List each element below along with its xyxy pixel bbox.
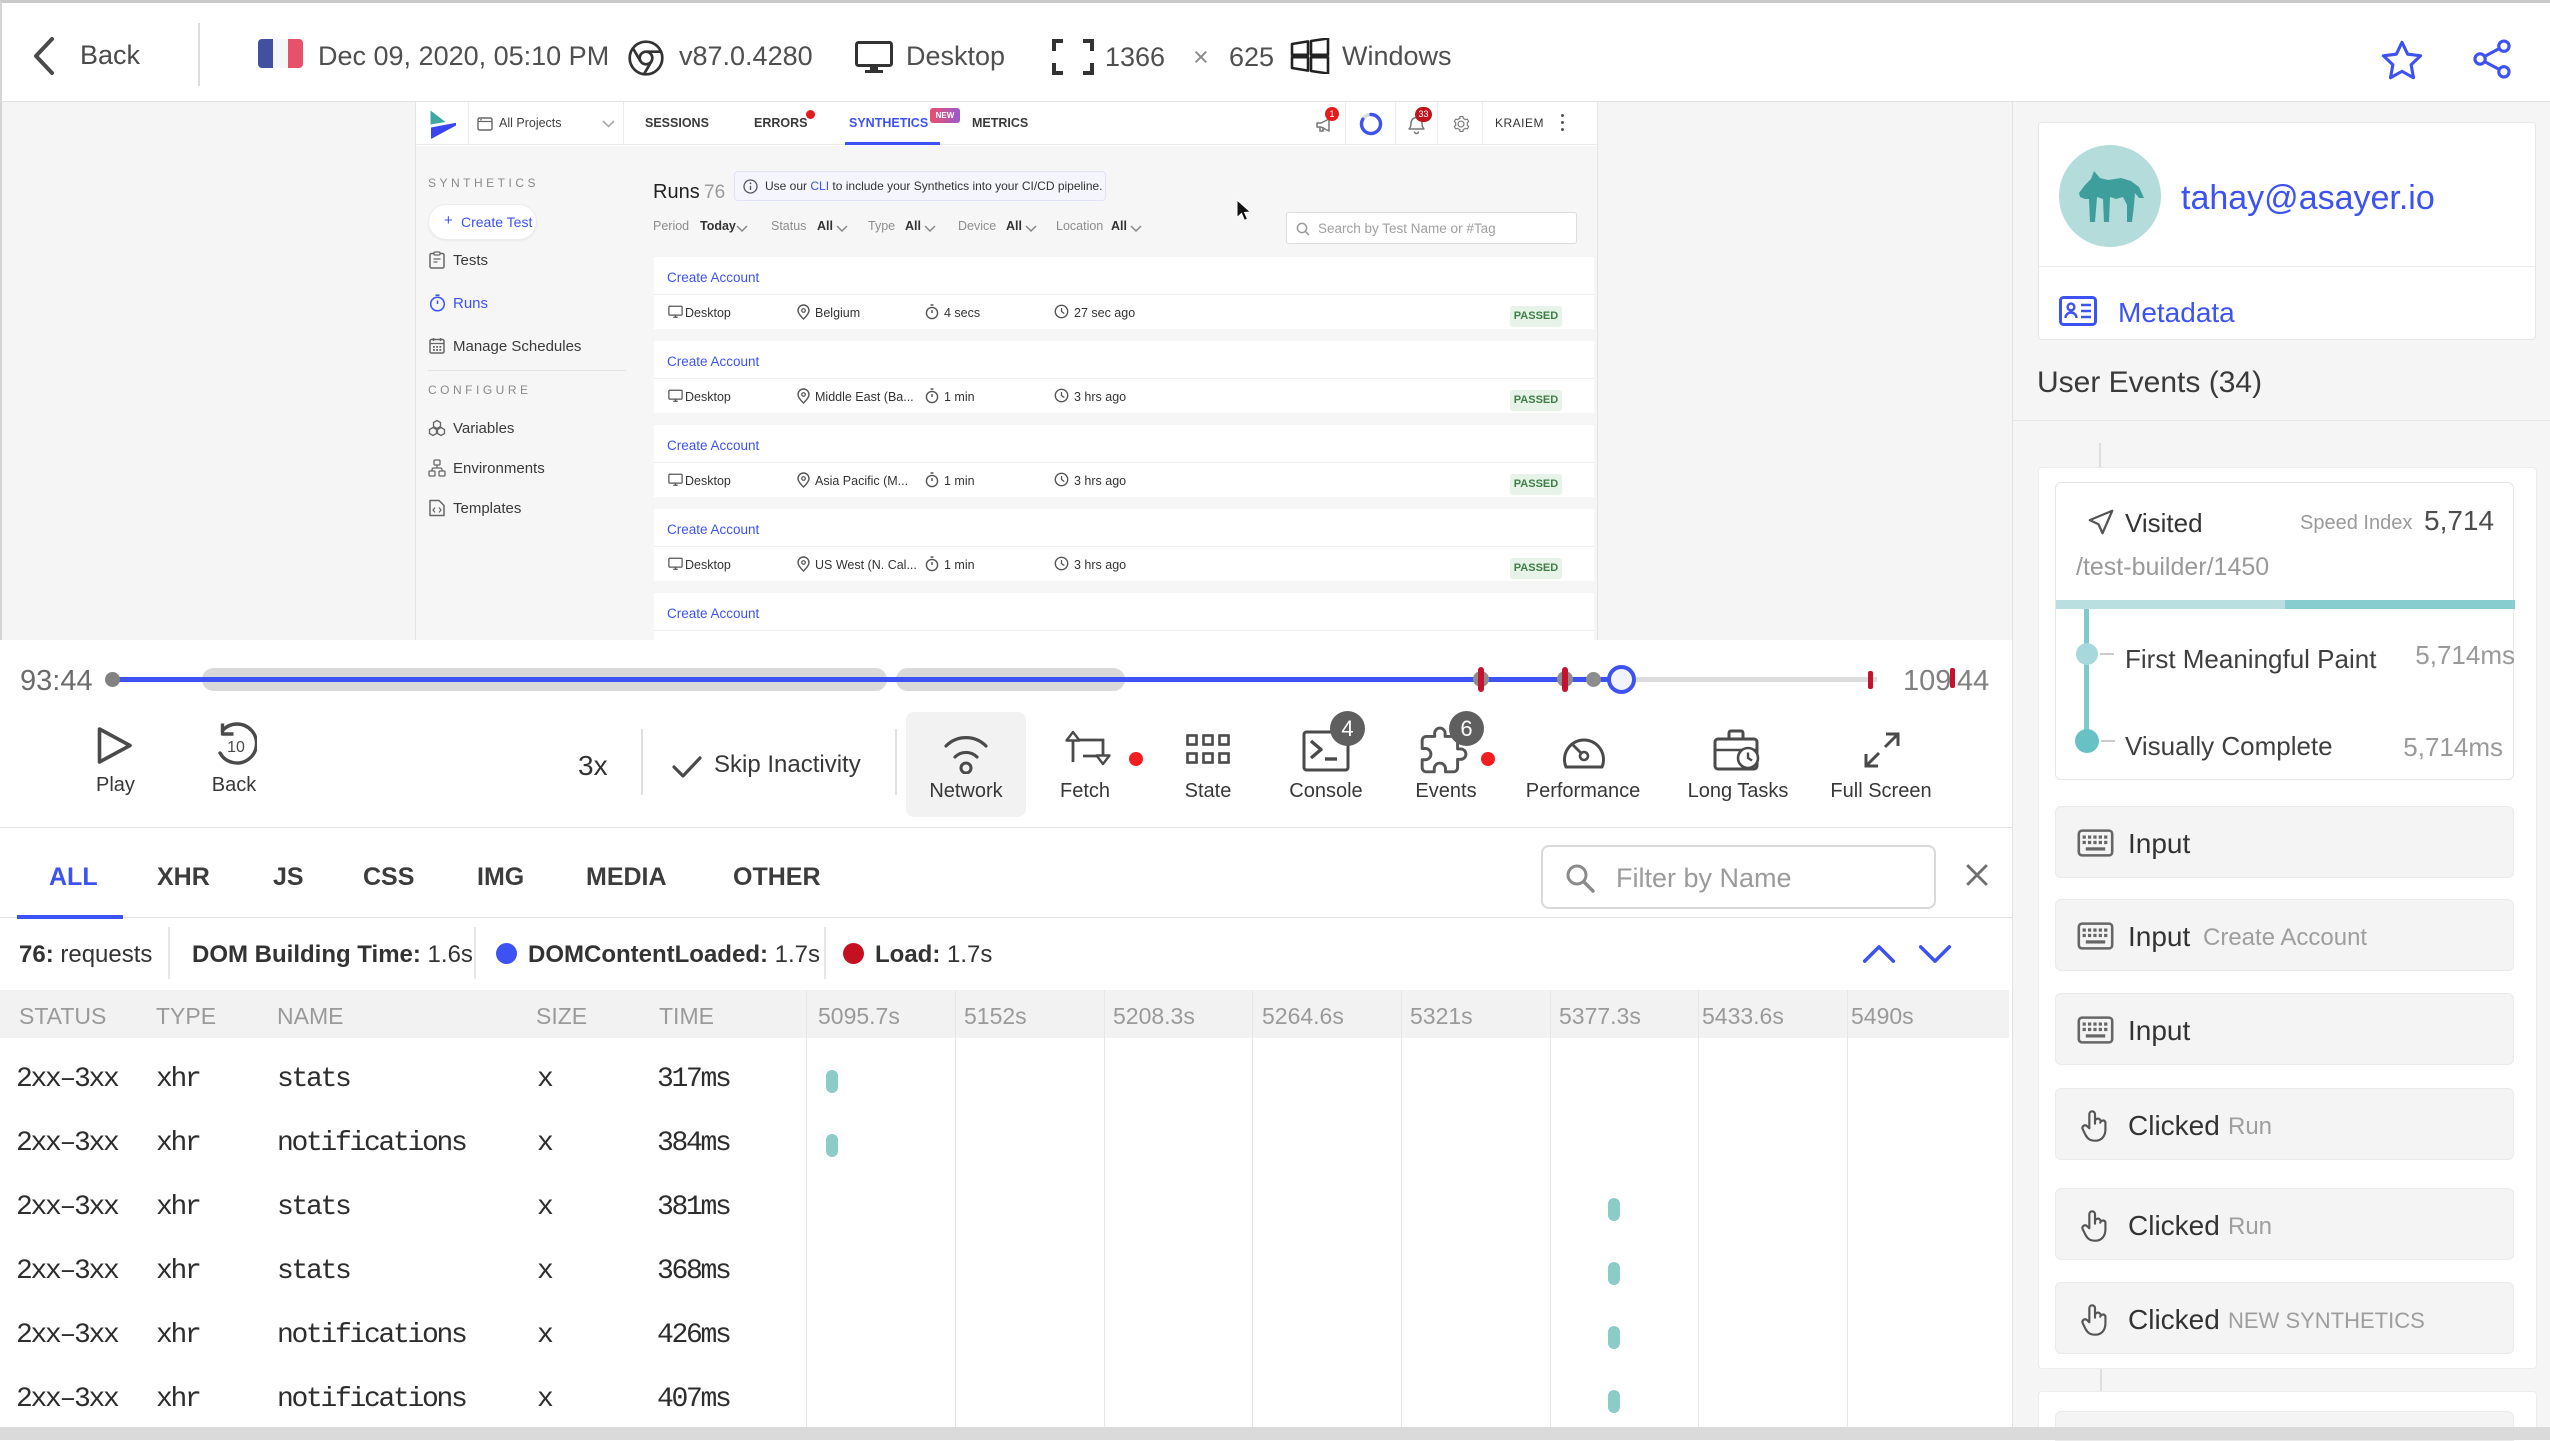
svg-text:10: 10	[227, 739, 245, 756]
